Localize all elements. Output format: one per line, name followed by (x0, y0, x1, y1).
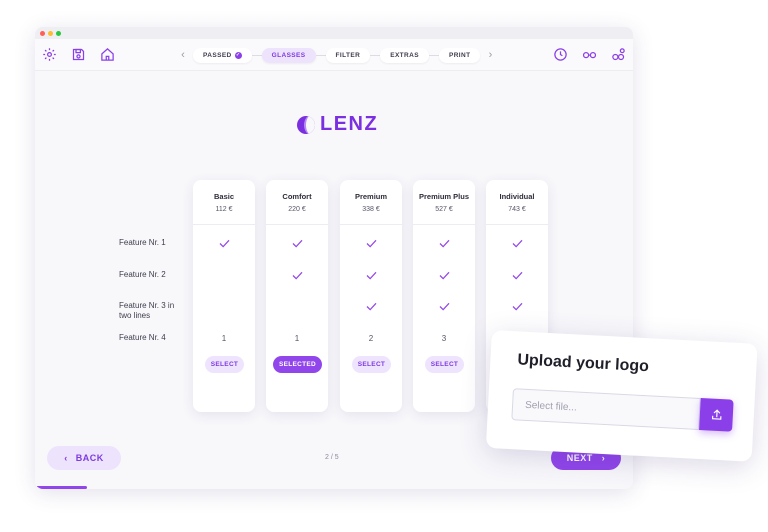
step-filter-label: FILTER (335, 51, 361, 59)
upload-title: Upload your logo (517, 351, 650, 376)
plan-price: 338 € (362, 205, 380, 213)
plan-header: Individual 743 € (486, 180, 548, 225)
plan-name: Comfort (282, 191, 312, 201)
brand-name: LENZ (320, 113, 379, 135)
feature-label-4: Feature Nr. 4 (119, 333, 166, 342)
select-button[interactable]: SELECT (205, 356, 244, 373)
logo-mark-icon (297, 115, 315, 134)
upload-icon (711, 409, 721, 420)
plan-card-premium-plus: Premium Plus 527 € 3 SELECT (413, 180, 475, 412)
feature-4-value: 2 (368, 333, 374, 343)
plan-header: Basic 112 € (193, 180, 255, 225)
step-divider (315, 54, 326, 56)
plan-header: Comfort 220 € (266, 180, 328, 225)
plan-card-premium: Premium 338 € 2 SELECT (340, 180, 402, 412)
step-print[interactable]: PRINT (438, 47, 481, 63)
step-divider (428, 54, 439, 56)
chevron-right-icon: › (601, 453, 606, 463)
step-glasses-label: GLASSES (271, 51, 306, 59)
next-button-label: NEXT (566, 453, 593, 463)
feature-2-check-icon (340, 269, 402, 281)
feature-1-check-icon (193, 237, 255, 249)
step-print-label: PRINT (448, 51, 471, 59)
clock-icon[interactable] (552, 46, 569, 63)
home-icon[interactable] (99, 46, 116, 63)
brand-logo: LENZ (297, 113, 378, 136)
feature-label-2: Feature Nr. 2 (119, 270, 166, 279)
step-navigation: ‹ PASSED ✓ GLASSES FILTER EXTRAS PRINT › (177, 47, 496, 63)
step-divider (370, 54, 381, 56)
page-indicator: 2 / 5 (325, 454, 339, 461)
file-input[interactable]: Select file... (511, 388, 701, 430)
plan-price: 112 € (215, 205, 233, 213)
plan-card-comfort: Comfort 220 € 1 SELECTED (266, 180, 328, 412)
feature-3-check-icon (340, 300, 402, 312)
step-passed-label: PASSED (203, 51, 232, 59)
step-extras-label: EXTRAS (390, 51, 419, 59)
plan-name: Basic (213, 191, 234, 201)
step-glasses[interactable]: GLASSES (261, 47, 316, 63)
title-bar (35, 27, 633, 39)
chevron-left-icon: ‹ (64, 453, 68, 463)
save-icon[interactable] (70, 46, 87, 63)
select-button[interactable]: SELECT (425, 356, 464, 373)
upload-logo-card: Upload your logo Select file... (485, 330, 758, 462)
plan-price: 743 € (508, 205, 526, 213)
progress-bar (35, 486, 87, 489)
zoom-window-button[interactable] (56, 30, 61, 36)
plan-name: Premium Plus (418, 191, 470, 201)
minimize-window-button[interactable] (48, 30, 53, 36)
toolbar: ‹ PASSED ✓ GLASSES FILTER EXTRAS PRINT › (35, 39, 633, 71)
feature-1-check-icon (266, 237, 328, 249)
back-button[interactable]: ‹ BACK (47, 446, 121, 470)
step-filter[interactable]: FILTER (325, 47, 371, 63)
feature-2-check-icon (413, 269, 475, 281)
step-extras[interactable]: EXTRAS (380, 47, 429, 63)
feature-1-check-icon (486, 237, 548, 249)
share-icon[interactable] (610, 46, 627, 63)
glasses-icon[interactable] (581, 46, 598, 63)
step-divider (251, 54, 262, 56)
plan-name: Premium (354, 191, 388, 201)
plan-header: Premium Plus 527 € (413, 180, 475, 225)
upload-button[interactable] (699, 398, 734, 432)
plan-price: 527 € (435, 205, 453, 213)
step-passed[interactable]: PASSED ✓ (193, 47, 252, 63)
plan-header: Premium 338 € (340, 180, 402, 225)
feature-3-check-icon (413, 300, 475, 312)
prev-step-chevron-icon[interactable]: ‹ (177, 49, 189, 61)
feature-4-value: 3 (441, 333, 447, 343)
feature-label-1: Feature Nr. 1 (119, 238, 166, 247)
feature-3-check-icon (486, 300, 548, 312)
check-badge-icon: ✓ (234, 51, 242, 59)
feature-1-check-icon (413, 237, 475, 249)
feature-4-value: 1 (294, 333, 300, 343)
plan-name: Individual (499, 191, 535, 201)
next-step-chevron-icon[interactable]: › (484, 49, 496, 61)
close-window-button[interactable] (40, 30, 45, 36)
stage: ‹ PASSED ✓ GLASSES FILTER EXTRAS PRINT ›… (0, 0, 768, 532)
feature-4-value: 1 (221, 333, 227, 343)
select-button[interactable]: SELECT (352, 356, 391, 373)
feature-label-3: Feature Nr. 3 in two lines (119, 301, 175, 320)
selected-button[interactable]: SELECTED (273, 356, 322, 373)
plan-card-basic: Basic 112 € 1 SELECT (193, 180, 255, 412)
feature-1-check-icon (340, 237, 402, 249)
feature-2-check-icon (486, 269, 548, 281)
plan-price: 220 € (288, 205, 306, 213)
feature-2-check-icon (266, 269, 328, 281)
settings-icon[interactable] (41, 46, 58, 63)
back-button-label: BACK (75, 453, 104, 463)
